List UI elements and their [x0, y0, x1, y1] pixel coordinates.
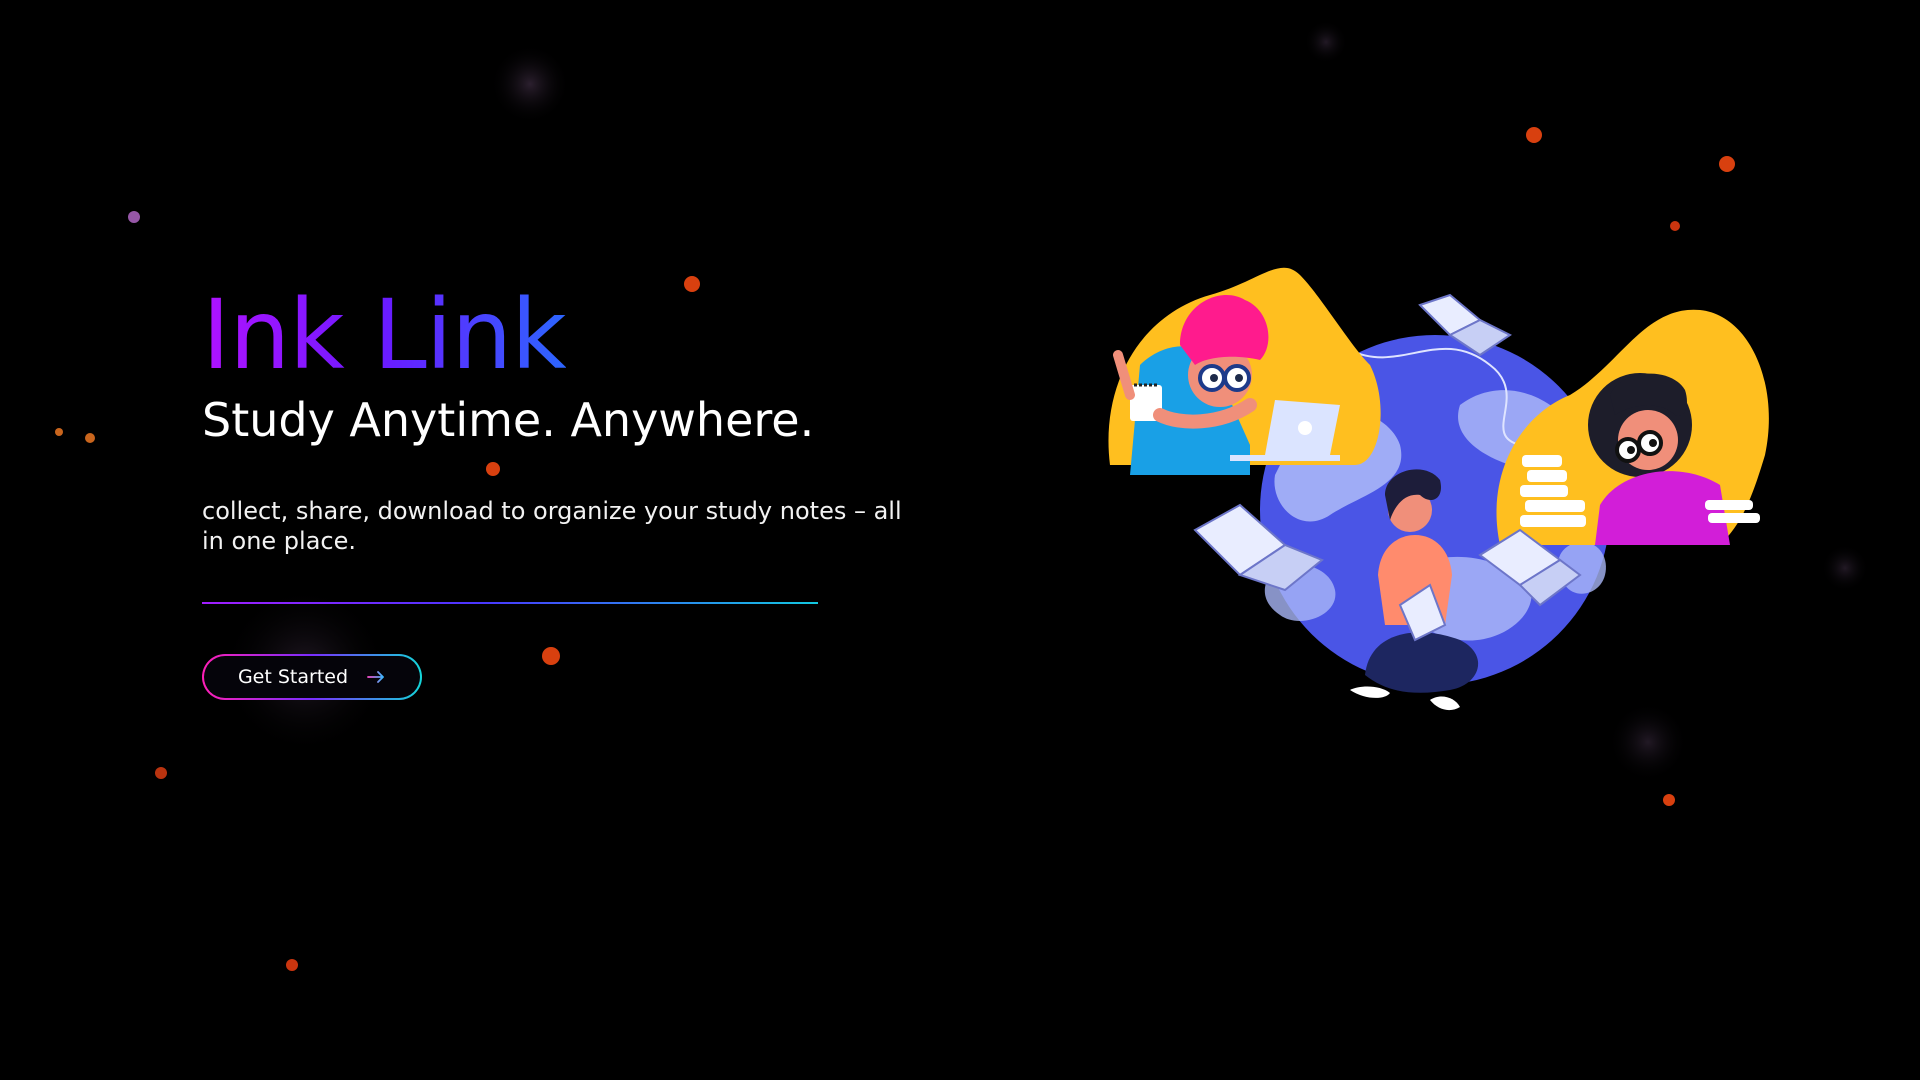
particle-dot: [55, 428, 63, 436]
arrow-right-icon: [367, 671, 384, 683]
get-started-label: Get Started: [237, 666, 349, 688]
particle-dot: [155, 767, 167, 779]
particle-dot: [1526, 127, 1542, 143]
hero-illustration: [1108, 267, 1769, 711]
get-started-button[interactable]: Get Started: [202, 654, 422, 700]
background-glow: [1304, 20, 1348, 64]
particle-dot: [1663, 794, 1675, 806]
get-started-button-inner[interactable]: Get Started: [204, 656, 420, 698]
particle-dot: [1670, 221, 1680, 231]
right-student-figure: [1496, 309, 1769, 545]
hero-divider: [202, 602, 818, 604]
hero-description: collect, share, download to organize you…: [202, 497, 902, 555]
hero-tagline: Study Anytime. Anywhere.: [202, 393, 815, 447]
hero-section: Ink Link Study Anytime. Anywhere. collec…: [202, 280, 922, 700]
brand-title: Ink Link: [202, 279, 567, 391]
background-glow: [1821, 544, 1869, 592]
background-glow: [490, 44, 570, 124]
particle-dot: [85, 433, 95, 443]
particle-dot: [128, 211, 140, 223]
particle-dot: [286, 959, 298, 971]
left-student-figure: [1108, 267, 1381, 475]
particle-dot: [1719, 156, 1735, 172]
